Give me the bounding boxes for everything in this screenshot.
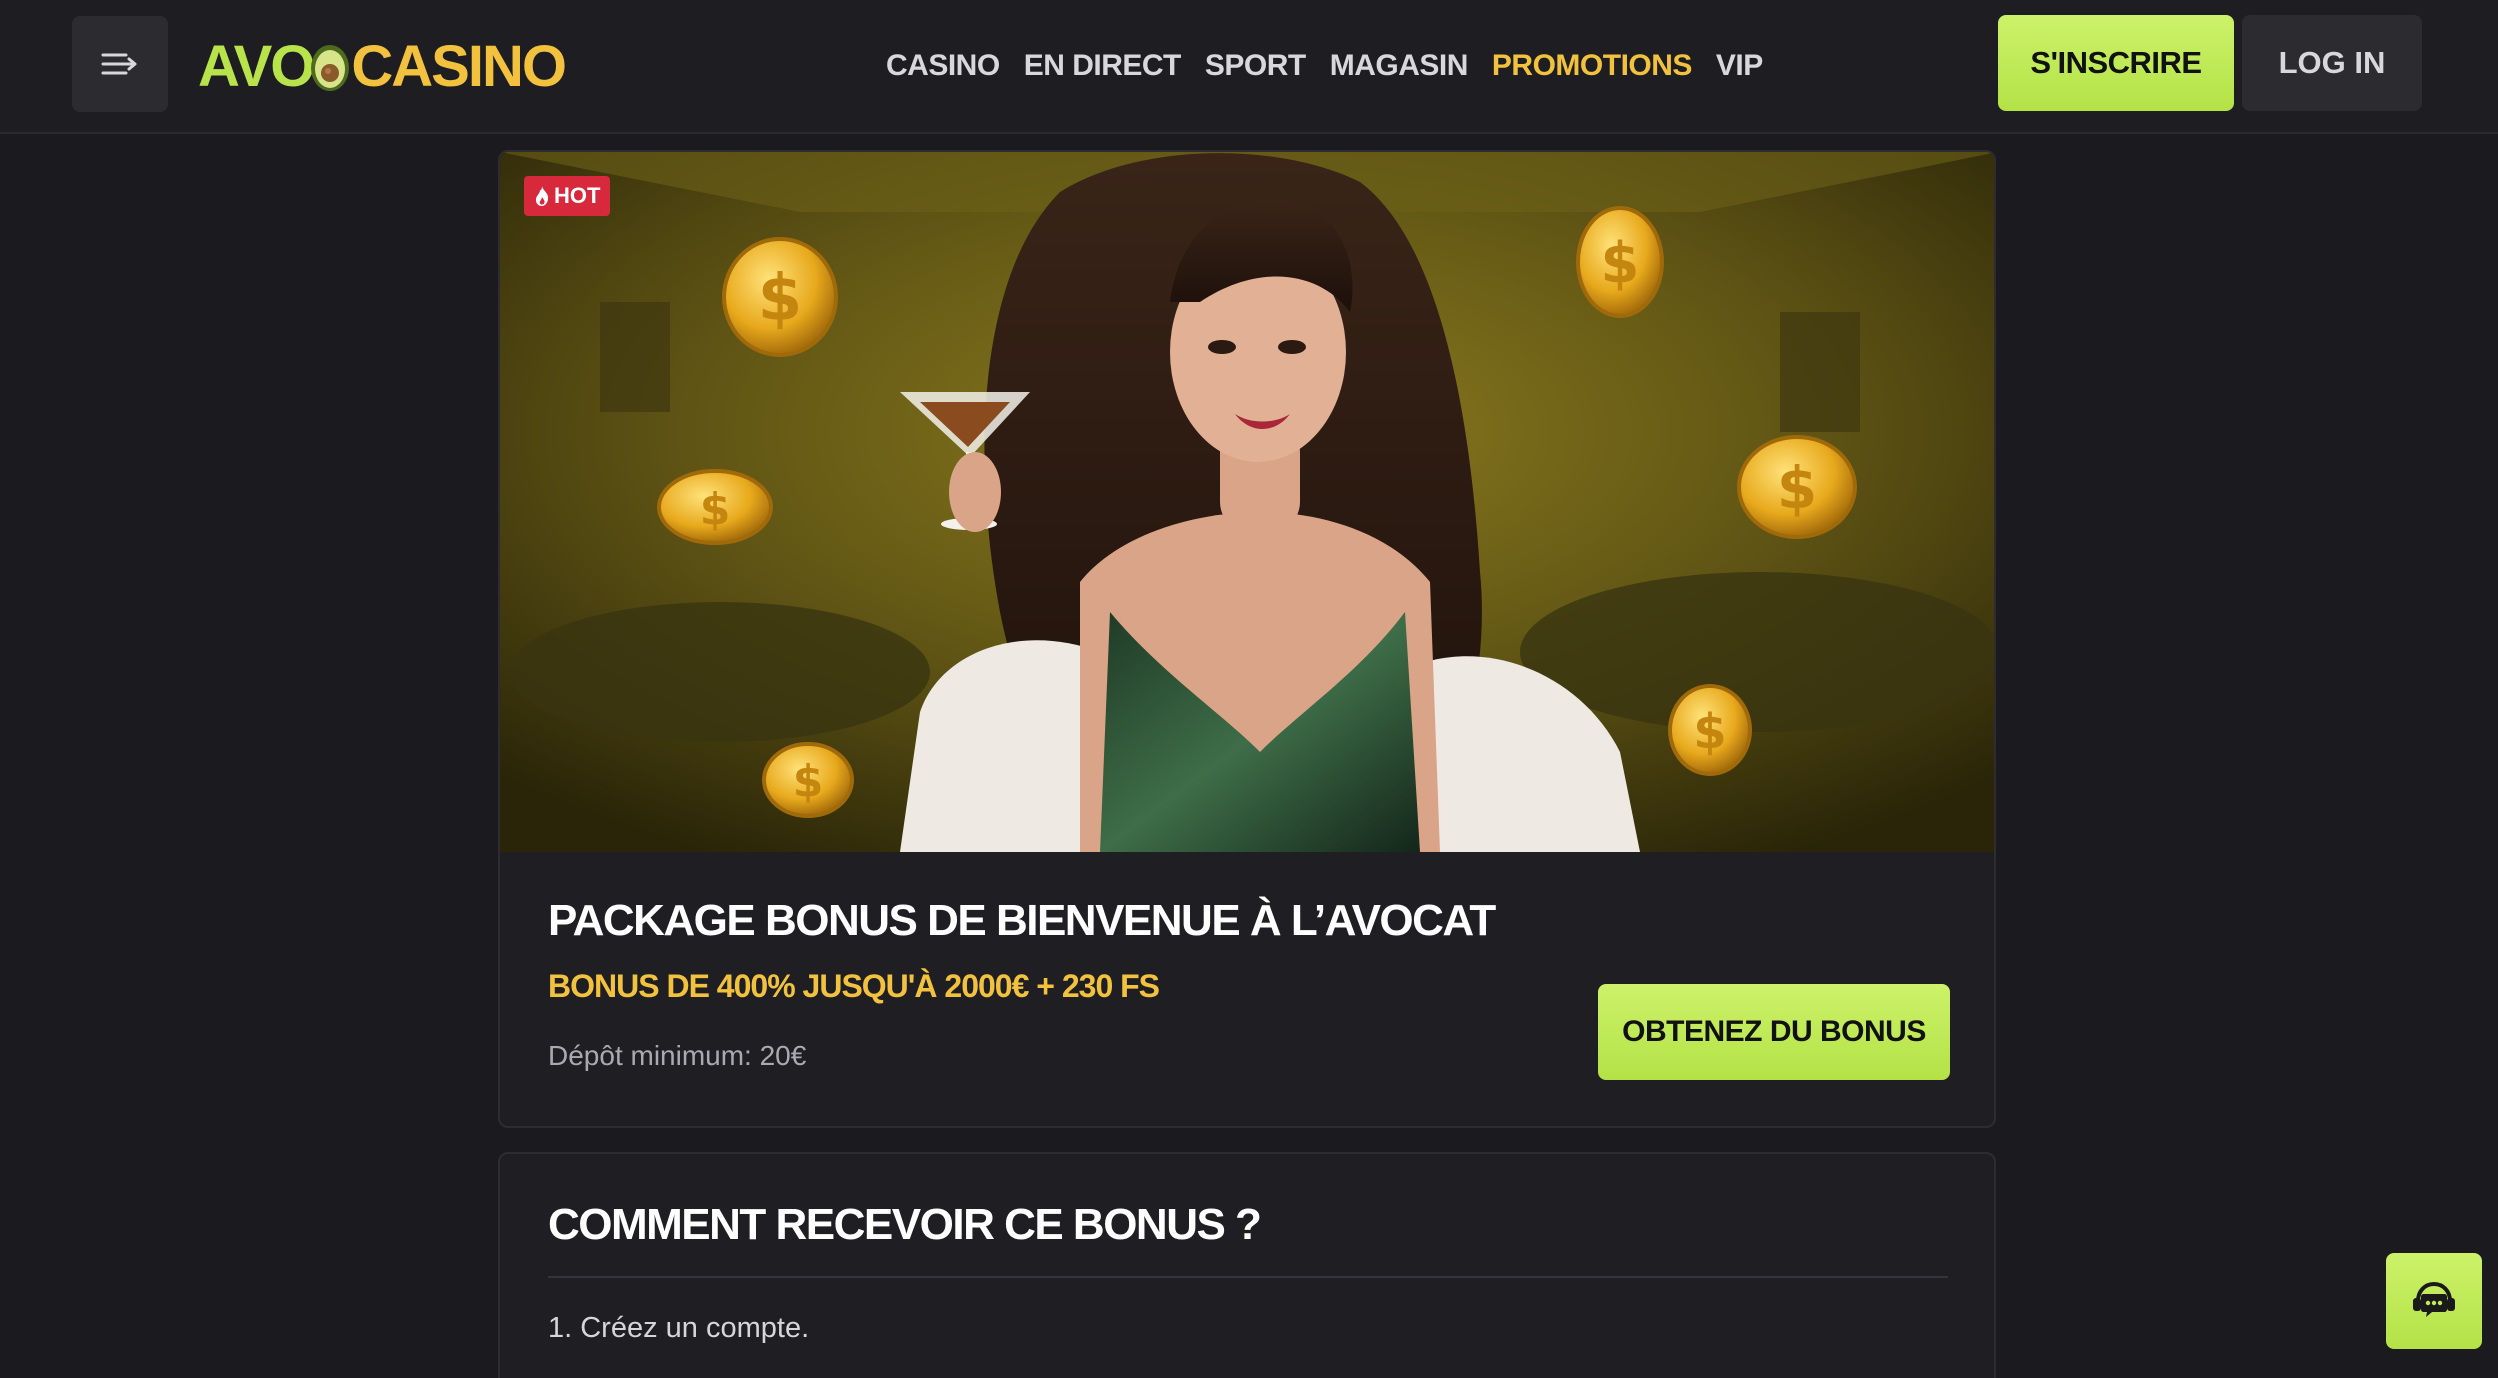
promo-details: PACKAGE BONUS DE BIENVENUE À L’AVOCAT BO…	[500, 852, 1994, 1126]
min-deposit-text: Dépôt minimum: 20€	[548, 1040, 807, 1071]
brand-logo[interactable]: AVO CASINO	[198, 26, 567, 106]
promo-title: PACKAGE BONUS DE BIENVENUE À L’AVOCAT	[548, 896, 1496, 945]
nav-magasin[interactable]: MAGASIN	[1330, 49, 1469, 83]
svg-text:$: $	[758, 262, 803, 336]
login-button[interactable]: LOG IN	[2242, 15, 2422, 111]
hot-badge-label: HOT	[554, 183, 601, 208]
promo-card: $ $ $ $ $ $ HOT PACKAGE BONUS DE BIENVEN…	[498, 150, 1996, 1128]
main-nav: CASINO EN DIRECT SPORT MAGASIN PROMOTION…	[886, 40, 1763, 92]
nav-sport[interactable]: SPORT	[1205, 49, 1306, 83]
support-chat-icon	[2413, 1281, 2455, 1317]
avocado-icon	[307, 38, 353, 94]
nav-vip[interactable]: VIP	[1716, 49, 1763, 83]
how-to-title: COMMENT RECEVOIR CE BONUS ?	[548, 1200, 1262, 1249]
hot-badge: HOT	[524, 176, 611, 216]
promo-subtitle: BONUS DE 400% JUSQU'À 2000€ + 230 FS	[548, 968, 1160, 1004]
svg-text:$: $	[1777, 454, 1817, 522]
logo-text-casino: CASINO	[351, 33, 567, 99]
get-bonus-button[interactable]: OBTENEZ DU BONUS	[1598, 984, 1950, 1080]
top-navigation-bar: AVO CASINO CASINO EN DIRECT SPORT MAGASI…	[0, 0, 2498, 134]
svg-text:$: $	[700, 484, 731, 535]
nav-en-direct[interactable]: EN DIRECT	[1024, 49, 1182, 83]
menu-button[interactable]	[72, 16, 168, 112]
nav-casino[interactable]: CASINO	[886, 49, 1000, 83]
nav-promotions[interactable]: PROMOTIONS	[1492, 49, 1693, 83]
how-to-step: 1. Créez un compte.	[548, 1312, 810, 1344]
divider	[548, 1276, 1948, 1278]
svg-text:$: $	[1601, 231, 1640, 296]
svg-text:$: $	[1693, 704, 1726, 760]
support-chat-button[interactable]	[2386, 1253, 2482, 1349]
flame-icon	[535, 186, 549, 206]
register-button[interactable]: S'INSCRIRE	[1998, 15, 2234, 111]
logo-text-avo: AVO	[198, 33, 315, 99]
svg-text:$: $	[793, 756, 824, 807]
how-to-card: COMMENT RECEVOIR CE BONUS ? 1. Créez un …	[498, 1152, 1996, 1378]
menu-arrow-icon	[101, 53, 137, 75]
promo-banner-image: $ $ $ $ $ $ HOT	[500, 152, 1994, 852]
